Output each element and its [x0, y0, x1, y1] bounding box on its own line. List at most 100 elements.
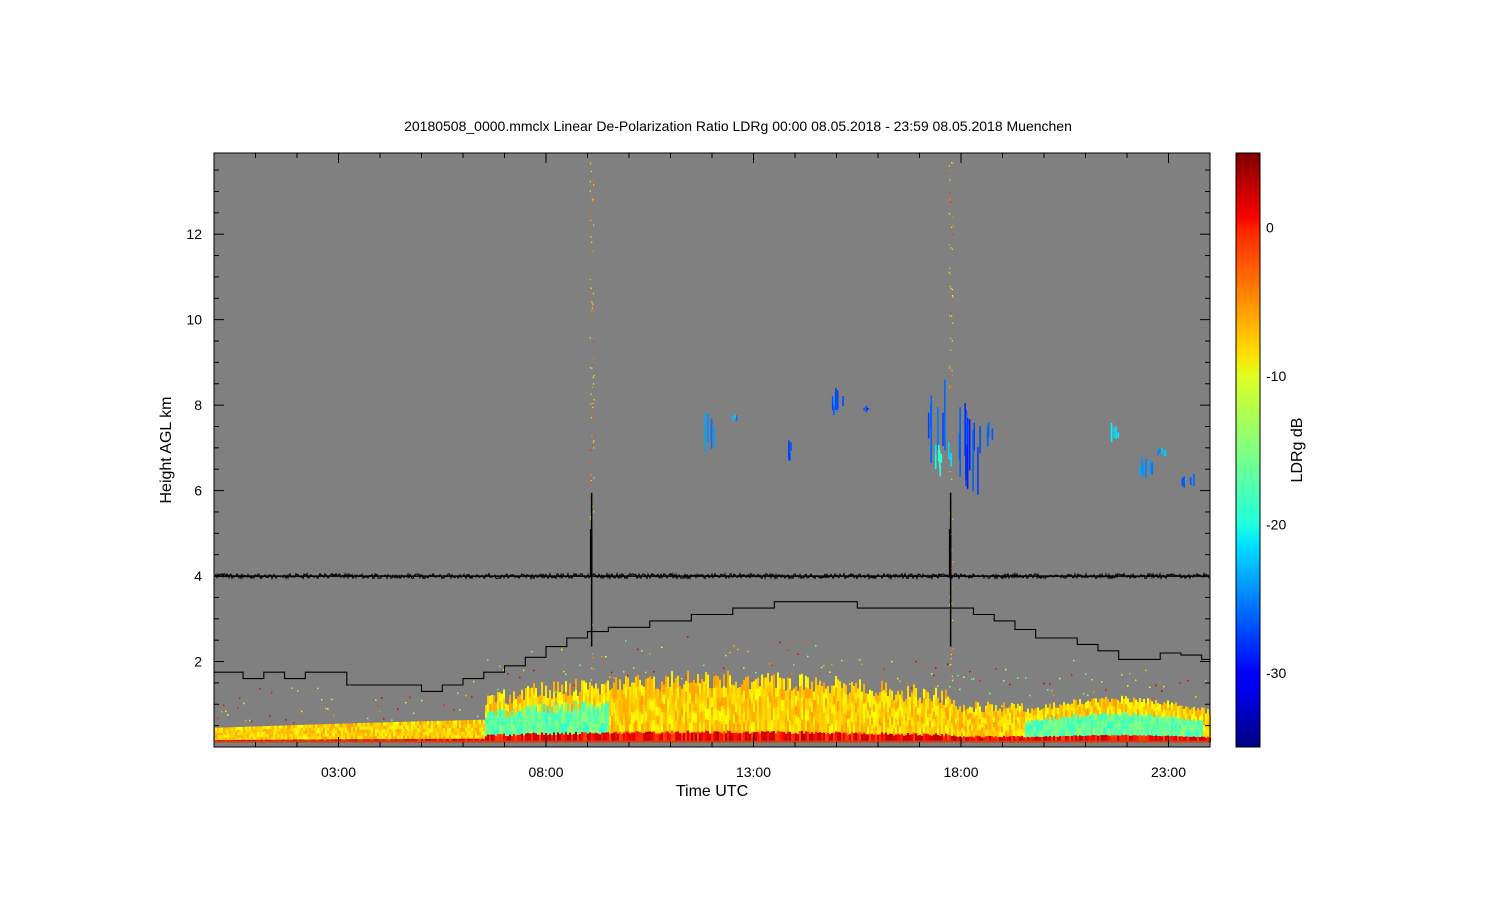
echo-column — [1031, 730, 1033, 737]
echo-speckle — [301, 710, 303, 713]
echo-column — [1003, 709, 1005, 717]
echo-column — [951, 703, 953, 711]
echo-column — [669, 714, 671, 725]
echo-column — [653, 698, 655, 710]
echo-column — [1147, 705, 1149, 714]
echo-column — [367, 726, 369, 730]
spike-speckle — [951, 675, 953, 677]
plot-area — [213, 152, 1211, 748]
echo-column — [267, 736, 269, 740]
echo-column — [775, 714, 777, 725]
echo-column — [991, 704, 993, 712]
echo-column — [1081, 716, 1083, 724]
echo-column — [529, 724, 531, 734]
echo-column — [991, 729, 993, 737]
echo-column — [683, 713, 685, 724]
echo-speckle — [221, 710, 223, 713]
echo-column — [337, 723, 339, 728]
echo-speckle — [293, 722, 295, 724]
echo-column — [493, 695, 495, 704]
spike-speckle — [592, 444, 594, 447]
echo-column — [613, 682, 615, 693]
echo-column — [649, 698, 651, 710]
echo-column — [601, 722, 603, 733]
echo-column — [689, 692, 691, 704]
echo-column — [453, 724, 455, 729]
echo-column — [853, 695, 855, 706]
echo-column — [917, 728, 919, 736]
echo-column — [1147, 698, 1149, 706]
echo-column — [795, 686, 797, 697]
echo-column — [787, 720, 789, 732]
echo-column — [339, 726, 341, 731]
echo-column — [777, 707, 779, 720]
echo-column — [1151, 715, 1153, 723]
echo-column — [337, 726, 339, 731]
spike-speckle — [952, 322, 954, 324]
echo-speckle — [1005, 668, 1007, 671]
echo-column — [343, 723, 345, 728]
echo-column — [649, 720, 651, 732]
echo-column — [637, 697, 639, 709]
cloud-echo — [1115, 426, 1117, 439]
echo-column — [803, 724, 805, 734]
echo-column — [425, 721, 427, 726]
echo-column — [285, 730, 287, 735]
echo-column — [1089, 701, 1091, 709]
echo-column — [529, 697, 531, 707]
spike-speckle — [951, 478, 953, 480]
echo-column — [641, 713, 643, 724]
echo-column — [911, 725, 913, 735]
echo-column — [1053, 722, 1055, 730]
echo-column — [993, 716, 995, 722]
echo-column — [487, 718, 489, 727]
echo-column — [753, 711, 755, 723]
echo-column — [549, 716, 551, 726]
echo-column — [497, 691, 499, 701]
echo-column — [505, 709, 507, 717]
echo-column — [623, 722, 625, 733]
echo-column — [367, 735, 369, 740]
echo-column — [455, 724, 457, 729]
echo-column — [889, 689, 891, 699]
echo-column — [461, 734, 463, 739]
echo-column — [491, 702, 493, 712]
echo-column — [643, 695, 645, 706]
echo-column — [849, 717, 851, 726]
echo-column — [745, 698, 747, 710]
echo-column — [505, 729, 507, 736]
echo-column — [1001, 711, 1003, 717]
echo-column — [965, 720, 967, 727]
echo-column — [755, 710, 757, 722]
echo-column — [535, 697, 537, 707]
echo-column — [355, 735, 357, 740]
echo-column — [813, 691, 815, 701]
echo-column — [591, 685, 593, 696]
echo-column — [1021, 729, 1023, 736]
echo-column — [467, 723, 469, 728]
echo-column — [649, 687, 651, 699]
echo-column — [405, 735, 407, 740]
echo-column — [343, 735, 345, 740]
echo-speckle — [243, 702, 245, 705]
echo-column — [897, 690, 899, 700]
echo-column — [363, 735, 365, 740]
echo-column — [981, 716, 983, 723]
echo-column — [709, 706, 711, 716]
echo-column — [761, 674, 763, 687]
echo-column — [1175, 702, 1177, 710]
echo-speckle — [995, 668, 997, 670]
echo-speckle — [1085, 673, 1087, 675]
echo-column — [1083, 722, 1085, 730]
echo-column — [775, 696, 777, 707]
echo-column — [835, 687, 837, 699]
cloud-echo — [1184, 478, 1187, 483]
echo-column — [913, 722, 915, 733]
echo-column — [593, 706, 595, 716]
spike-speckle — [951, 248, 954, 250]
echo-column — [875, 692, 877, 702]
echo-column — [519, 726, 521, 735]
echo-column — [545, 713, 547, 724]
echo-column — [889, 715, 891, 725]
cloud-echo — [790, 442, 792, 451]
